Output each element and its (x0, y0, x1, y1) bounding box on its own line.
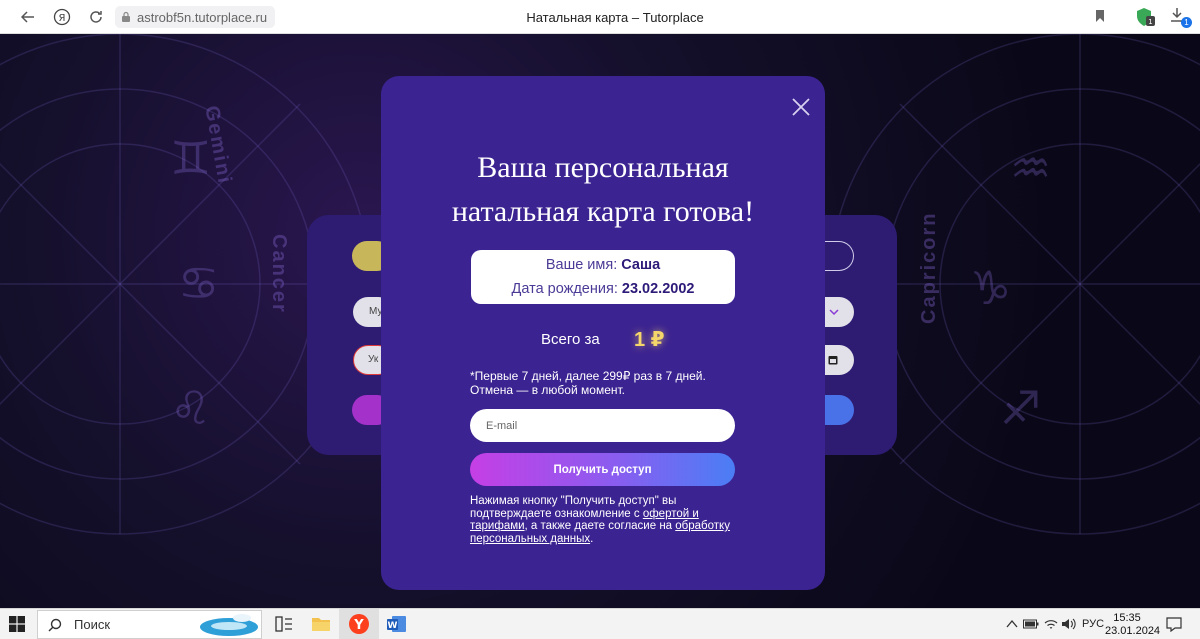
windows-taskbar: Поиск Y W РУС 15:35 23.01.2024 (0, 608, 1200, 639)
svg-text:♒: ♒ (1010, 141, 1051, 195)
battery-icon[interactable] (1023, 619, 1039, 629)
search-label: Поиск (74, 617, 111, 632)
word-icon[interactable]: W (386, 613, 408, 635)
search-highlight-icon (200, 614, 258, 636)
system-clock[interactable]: 15:35 23.01.2024 (1105, 612, 1161, 638)
get-access-button[interactable]: Получить доступ (470, 453, 735, 486)
total-label: Всего за (541, 331, 600, 348)
note-line1: *Первые 7 дней, далее 299₽ раз в 7 дней. (470, 369, 706, 383)
note-line2: Отмена — в любой момент. (470, 382, 625, 397)
calendar-icon (828, 356, 838, 365)
subscription-note: *Первые 7 дней, далее 299₽ раз в 7 дней.… (470, 369, 740, 397)
modal-title-line1: Ваша персональная (477, 151, 729, 184)
file-explorer-icon[interactable] (310, 613, 332, 635)
zodiac-label-capricorn: Capricorn (918, 211, 940, 324)
svg-text:♋: ♋ (178, 256, 219, 310)
user-info-box: Ваше имя: Саша Дата рождения: 23.02.2002 (471, 250, 735, 304)
birth-label: Дата рождения: (511, 281, 618, 297)
page-title: Натальная карта – Tutorplace (526, 10, 704, 25)
notification-icon[interactable] (1166, 616, 1182, 632)
clock-date: 23.01.2024 (1105, 625, 1161, 637)
search-icon (48, 618, 62, 631)
natal-chart-modal: Ваша персональная натальная карта готова… (381, 76, 825, 590)
svg-text:W: W (388, 621, 398, 631)
birth-row: Дата рождения: 23.02.2002 (471, 277, 735, 301)
submit-button-right[interactable] (824, 395, 854, 425)
modal-title: Ваша персональная натальная карта готова… (381, 146, 825, 234)
download-count-badge: 1 (1181, 17, 1192, 28)
task-view-icon[interactable] (273, 613, 295, 635)
page-background: ♊ ♋ ♌ ♑ ♒ ♐ Gemini Cancer Capricorn Му У… (0, 34, 1200, 608)
legal-part3: . (590, 532, 594, 545)
volume-icon[interactable] (1061, 617, 1077, 631)
svg-text:1: 1 (1148, 18, 1152, 26)
close-icon[interactable] (790, 96, 812, 118)
email-input[interactable] (470, 409, 735, 442)
svg-text:♑: ♑ (970, 261, 1011, 315)
modal-title-line2: натальная карта готова! (451, 195, 755, 228)
legal-text: Нажимая кнопку "Получить доступ" вы подт… (470, 495, 745, 545)
name-label: Ваше имя: (545, 257, 618, 273)
chevron-up-icon[interactable] (1006, 619, 1018, 629)
clock-time: 15:35 (1113, 612, 1141, 624)
legal-part2: , а также даете согласие на (524, 520, 676, 532)
extension-shield-icon[interactable]: 1 (1135, 7, 1157, 27)
name-value: Саша (621, 257, 661, 273)
yandex-browser-icon[interactable]: Y (348, 613, 370, 635)
svg-text:♌: ♌ (170, 381, 211, 435)
svg-text:♐: ♐ (1000, 381, 1041, 435)
birth-value: 23.02.2002 (621, 281, 695, 297)
windows-start-icon[interactable] (9, 616, 25, 632)
wifi-icon[interactable] (1044, 617, 1058, 631)
browser-toolbar: Я astrobf5n.tutorplace.ru Натальная карт… (0, 0, 1200, 34)
name-row: Ваше имя: Саша (471, 253, 735, 277)
zodiac-label-cancer: Cancer (268, 234, 290, 314)
language-indicator[interactable]: РУС (1082, 618, 1104, 630)
svg-text:Y: Y (353, 618, 364, 633)
bookmark-icon[interactable] (1095, 9, 1105, 28)
date-field-right[interactable] (824, 345, 854, 375)
price-value: 1 ₽ (634, 329, 665, 351)
chevron-down-icon (829, 309, 839, 316)
name-input-behind[interactable] (824, 241, 854, 271)
gender-dropdown-right[interactable] (824, 297, 854, 327)
